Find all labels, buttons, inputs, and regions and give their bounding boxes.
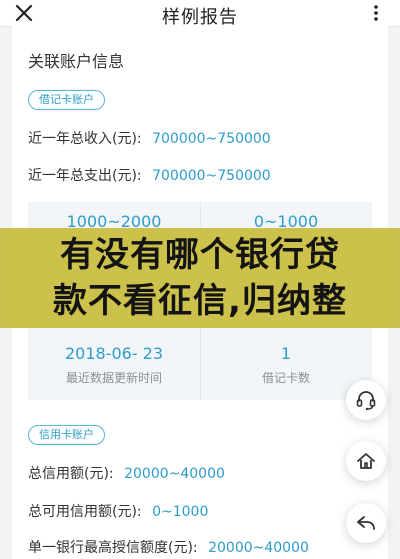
overlay-banner: 有没有哪个银行贷 款不看征信,归纳整 [0,228,400,328]
headset-icon [356,391,376,411]
home-button[interactable] [346,441,386,481]
total-credit-value: 20000~40000 [124,466,225,482]
stat-value: 2018-06- 23 [64,344,164,363]
annual-expense-value: 700000~750000 [152,168,271,184]
stat-cell: 2018-06- 23 最近数据更新时间 [28,334,200,400]
home-icon [357,453,375,469]
annual-income-row: 近一年总收入(元): 700000~750000 [28,128,271,148]
available-credit-row: 总可用信用额(元): 0~1000 [28,501,208,521]
debit-account-tag: 借记卡账户 [28,90,105,110]
max-credit-value: 20000~40000 [208,540,309,556]
share-back-button[interactable] [346,503,386,543]
credit-account-tag: 信用卡账户 [28,425,105,445]
total-credit-row: 总信用额(元): 20000~40000 [28,463,225,483]
available-credit-value: 0~1000 [152,504,209,520]
more-button[interactable] [366,3,386,23]
support-button[interactable] [346,380,386,420]
stat-value: 1 [280,344,292,363]
max-credit-row: 单一银行最高授信额度(元): 20000~40000 [28,537,309,557]
stat-cell: 1 借记卡数 [200,334,372,400]
annual-income-value: 700000~750000 [152,131,271,147]
banner-line-2: 款不看征信,归纳整 [53,281,347,321]
annual-income-label: 近一年总收入(元): [28,131,142,147]
stat-label: 最近数据更新时间 [65,371,162,385]
banner-line-1: 有没有哪个银行贷 [60,235,340,275]
share-back-icon [357,516,375,530]
stat-label: 借记卡数 [261,371,310,385]
available-credit-label: 总可用信用额(元): [28,504,142,520]
section-title: 关联账户信息 [28,52,125,71]
max-credit-label: 单一银行最高授信额度(元): [28,540,198,556]
annual-expense-label: 近一年总支出(元): [28,168,142,184]
annual-expense-row: 近一年总支出(元): 700000~750000 [28,165,271,185]
total-credit-label: 总信用额(元): [28,466,114,482]
more-vertical-icon [374,5,378,21]
top-bar: 样例报告 [0,0,400,28]
